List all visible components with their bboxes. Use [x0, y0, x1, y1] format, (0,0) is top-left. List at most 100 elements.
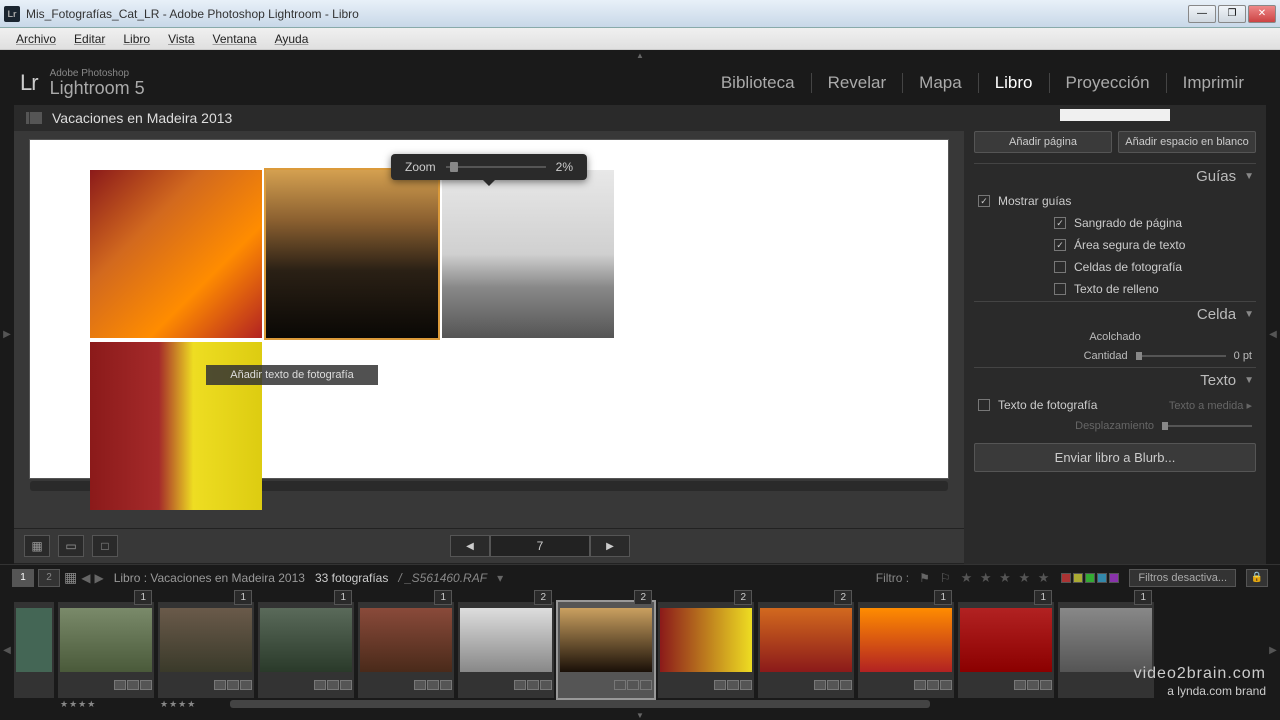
filmstrip-thumb[interactable]: 2★★★★ — [458, 602, 554, 698]
photo-cells-row[interactable]: Celdas de fotografía — [974, 257, 1256, 277]
bleed-checkbox[interactable] — [1054, 217, 1066, 229]
photo-cell-3[interactable] — [442, 170, 614, 338]
filmstrip-thumb[interactable] — [14, 602, 54, 698]
photo-cell-2-selected[interactable] — [266, 170, 438, 338]
photo-text-checkbox[interactable] — [978, 399, 990, 411]
rating-filter[interactable]: ★ ★ ★ ★ ★ — [961, 570, 1052, 586]
filter-bar-left: 1 2 ▦ ◀ ▶ — [12, 569, 104, 587]
maximize-button[interactable]: ❐ — [1218, 5, 1246, 23]
prev-page-button[interactable]: ◀ — [450, 535, 490, 557]
safe-area-checkbox[interactable] — [1054, 239, 1066, 251]
module-libro[interactable]: Libro — [979, 73, 1050, 93]
watermark-line1: video2brain.com — [1134, 664, 1266, 683]
menu-libro[interactable]: Libro — [115, 30, 158, 48]
filter-lock-icon[interactable]: 🔒 — [1246, 569, 1268, 587]
filler-text-checkbox[interactable] — [1054, 283, 1066, 295]
filmstrip[interactable]: ◀ 1★★★★ 1★★★★ 1 1 2★★★★ 2 2★★★★ 2 1 1 1 … — [0, 590, 1280, 710]
menu-ventana[interactable]: Ventana — [205, 30, 265, 48]
add-blank-button[interactable]: Añadir espacio en blanco — [1118, 131, 1256, 153]
add-photo-text-field[interactable]: Añadir texto de fotografía — [206, 365, 378, 385]
show-guides-checkbox[interactable] — [978, 195, 990, 207]
cell-section-header[interactable]: Celda ▼ — [974, 301, 1256, 327]
bottom-panel-toggle[interactable]: ▼ — [0, 710, 1280, 720]
module-biblioteca[interactable]: Biblioteca — [705, 73, 812, 93]
photo-cell-1[interactable] — [90, 170, 262, 338]
color-red[interactable] — [1061, 573, 1071, 583]
grid-icon[interactable]: ▦ — [64, 569, 77, 586]
filmstrip-thumb[interactable]: 1 — [358, 602, 454, 698]
filmstrip-thumb[interactable]: 2★★★★ — [658, 602, 754, 698]
safe-area-row[interactable]: Área segura de texto — [974, 235, 1256, 255]
close-button[interactable]: ✕ — [1248, 5, 1276, 23]
filter-preset-dropdown[interactable]: Filtros desactiva... — [1129, 569, 1236, 587]
layout-preview[interactable] — [1060, 109, 1170, 121]
watermark-line2: a lynda.com brand — [1134, 684, 1266, 698]
menu-ayuda[interactable]: Ayuda — [267, 30, 317, 48]
filler-text-row[interactable]: Texto de relleno — [974, 279, 1256, 299]
nav-back-icon[interactable]: ◀ — [81, 571, 90, 585]
brand-line1: Adobe Photoshop — [50, 69, 145, 79]
window-titlebar: Lr Mis_Fotografías_Cat_LR - Adobe Photos… — [0, 0, 1280, 28]
filmstrip-thumb[interactable]: 1★★★★ — [58, 602, 154, 698]
zoom-popover[interactable]: Zoom 2% — [391, 154, 587, 180]
filmstrip-thumb[interactable]: 1 — [258, 602, 354, 698]
file-dropdown-icon[interactable]: ▾ — [497, 571, 503, 585]
custom-text-dropdown[interactable]: Texto a medida ▸ — [1169, 399, 1252, 412]
color-yellow[interactable] — [1073, 573, 1083, 583]
amount-label: Cantidad — [1084, 350, 1128, 362]
menu-editar[interactable]: Editar — [66, 30, 113, 48]
zoom-slider[interactable] — [446, 166, 546, 168]
filmstrip-thumb[interactable]: 1 — [958, 602, 1054, 698]
minimize-button[interactable]: — — [1188, 5, 1216, 23]
chevron-down-icon: ▼ — [1244, 309, 1254, 320]
zoom-slider-thumb[interactable] — [450, 162, 458, 172]
view-multi-page-button[interactable]: ▦ — [24, 535, 50, 557]
color-green[interactable] — [1085, 573, 1095, 583]
add-page-button[interactable]: Añadir página — [974, 131, 1112, 153]
logo-area: Lr Adobe Photoshop Lightroom 5 — [20, 69, 145, 97]
photo-cells-checkbox[interactable] — [1054, 261, 1066, 273]
view-spread-button[interactable]: ▭ — [58, 535, 84, 557]
filler-text-label: Texto de relleno — [1074, 282, 1159, 296]
filmstrip-thumb[interactable]: 2 — [758, 602, 854, 698]
primary-display-tab[interactable]: 1 — [12, 569, 34, 587]
guides-section-header[interactable]: Guías▼ — [974, 163, 1256, 189]
filmstrip-thumb[interactable]: 1★★★★ — [158, 602, 254, 698]
filmstrip-scrollbar[interactable] — [230, 700, 930, 708]
flag-reject-icon[interactable]: ⚐ — [940, 571, 951, 585]
filmstrip-right-arrow[interactable]: ▶ — [1266, 590, 1280, 710]
photo-text-label: Texto de fotografía — [998, 398, 1097, 412]
breadcrumb[interactable]: Libro : Vacaciones en Madeira 2013 — [114, 571, 305, 585]
flag-pick-icon[interactable]: ⚑ — [919, 571, 930, 585]
padding-slider[interactable] — [1136, 355, 1226, 357]
top-panel-toggle[interactable]: ▲ — [0, 50, 1280, 60]
module-mapa[interactable]: Mapa — [903, 73, 979, 93]
secondary-display-tab[interactable]: 2 — [38, 569, 60, 587]
filmstrip-left-arrow[interactable]: ◀ — [0, 590, 14, 710]
filmstrip-thumb-selected[interactable]: 2 — [558, 602, 654, 698]
nav-forward-icon[interactable]: ▶ — [94, 571, 103, 585]
next-page-button[interactable]: ▶ — [590, 535, 630, 557]
view-single-button[interactable]: □ — [92, 535, 118, 557]
book-canvas[interactable]: Zoom 2% Añadir texto de fotografía — [14, 131, 964, 528]
photo-text-row[interactable]: Texto de fotografía Texto a medida ▸ — [974, 395, 1256, 415]
menu-archivo[interactable]: Archivo — [8, 30, 64, 48]
color-purple[interactable] — [1109, 573, 1119, 583]
module-imprimir[interactable]: Imprimir — [1167, 73, 1260, 93]
left-panel-toggle[interactable]: ▶ — [0, 105, 14, 564]
book-page[interactable]: Zoom 2% Añadir texto de fotografía — [29, 139, 949, 479]
current-file[interactable]: / _S561460.RAF — [398, 571, 487, 585]
page-number[interactable]: 7 — [490, 535, 590, 557]
menu-vista[interactable]: Vista — [160, 30, 202, 48]
show-guides-row[interactable]: Mostrar guías — [974, 191, 1256, 211]
text-section-header[interactable]: Texto▼ — [974, 367, 1256, 393]
filmstrip-thumb[interactable]: 1 — [858, 602, 954, 698]
module-revelar[interactable]: Revelar — [812, 73, 904, 93]
color-blue[interactable] — [1097, 573, 1107, 583]
bleed-row[interactable]: Sangrado de página — [974, 213, 1256, 233]
send-to-blurb-button[interactable]: Enviar libro a Blurb... — [974, 443, 1256, 472]
offset-slider[interactable] — [1162, 425, 1252, 427]
cell-title: Celda — [1197, 306, 1236, 323]
right-panel-toggle[interactable]: ◀ — [1266, 105, 1280, 564]
module-proyeccion[interactable]: Proyección — [1050, 73, 1167, 93]
